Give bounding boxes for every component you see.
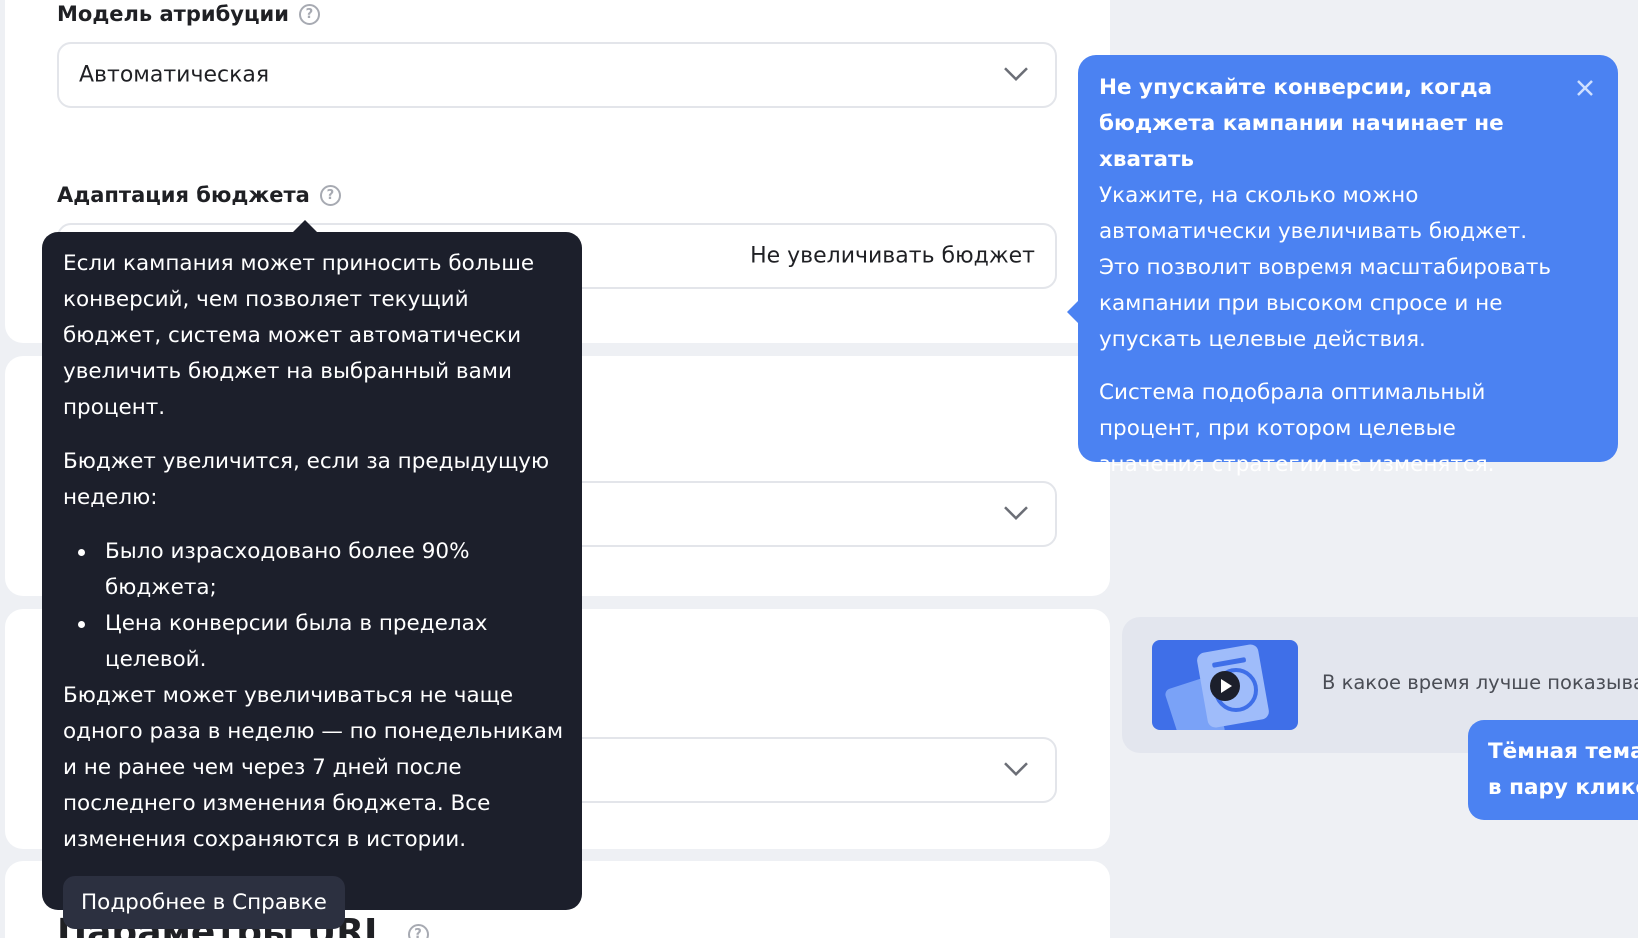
tooltip-paragraph-3: Бюджет может увеличиваться не чаще одног… bbox=[63, 683, 564, 852]
budget-adaptation-label-text: Адаптация бюджета bbox=[57, 183, 310, 207]
budget-adaptation-select-value: Не увеличивать бюджет bbox=[750, 243, 1035, 269]
attribution-label: Модель атрибуции ? bbox=[57, 2, 320, 26]
tooltip-condition-list: Было израсходовано более 90% бюджета; Це… bbox=[63, 534, 564, 678]
tooltip-arrow bbox=[292, 220, 318, 233]
list-item: Было израсходовано более 90% бюджета; bbox=[63, 534, 564, 606]
dark-theme-line-2: в пару кликов bbox=[1488, 775, 1638, 800]
chevron-down-icon bbox=[1004, 762, 1028, 776]
video-thumbnail[interactable] bbox=[1152, 640, 1298, 730]
hint-paragraph-2: Система подобрала оптимальный процент, п… bbox=[1099, 380, 1495, 477]
help-icon[interactable]: ? bbox=[298, 3, 320, 25]
chevron-down-icon bbox=[1004, 67, 1028, 81]
chevron-down-icon bbox=[1004, 506, 1028, 520]
attribution-label-text: Модель атрибуции bbox=[57, 2, 289, 26]
hint-arrow bbox=[1067, 301, 1078, 323]
list-item: Цена конверсии была в пределах целевой. bbox=[63, 606, 564, 678]
dark-theme-banner[interactable]: Тёмная тема у в пару кликов bbox=[1468, 720, 1638, 820]
hint-paragraph-1: Укажите, на сколько можно автоматически … bbox=[1099, 183, 1552, 352]
help-icon[interactable]: ? bbox=[319, 184, 341, 206]
tooltip-paragraph-1: Если кампания может приносить больше кон… bbox=[63, 251, 535, 420]
close-icon[interactable] bbox=[1574, 77, 1596, 99]
budget-hint-popup: Не упускайте конверсии, когда бюджета ка… bbox=[1067, 55, 1618, 477]
tooltip-paragraph-2: Бюджет увеличится, если за предыдущую не… bbox=[63, 449, 550, 510]
hint-title: Не упускайте конверсии, когда бюджета ка… bbox=[1099, 75, 1504, 172]
budget-adaptation-label: Адаптация бюджета ? bbox=[57, 183, 341, 207]
attribution-select[interactable]: Автоматическая bbox=[57, 42, 1057, 108]
budget-help-tooltip: Если кампания может приносить больше кон… bbox=[42, 220, 582, 929]
promo-caption: В какое время лучше показывать bbox=[1322, 671, 1638, 694]
video-play-icon bbox=[1165, 644, 1269, 730]
dark-theme-line-1: Тёмная тема у bbox=[1488, 739, 1638, 764]
attribution-select-value: Автоматическая bbox=[79, 62, 270, 88]
help-center-link-button[interactable]: Подробнее в Справке bbox=[63, 876, 345, 929]
